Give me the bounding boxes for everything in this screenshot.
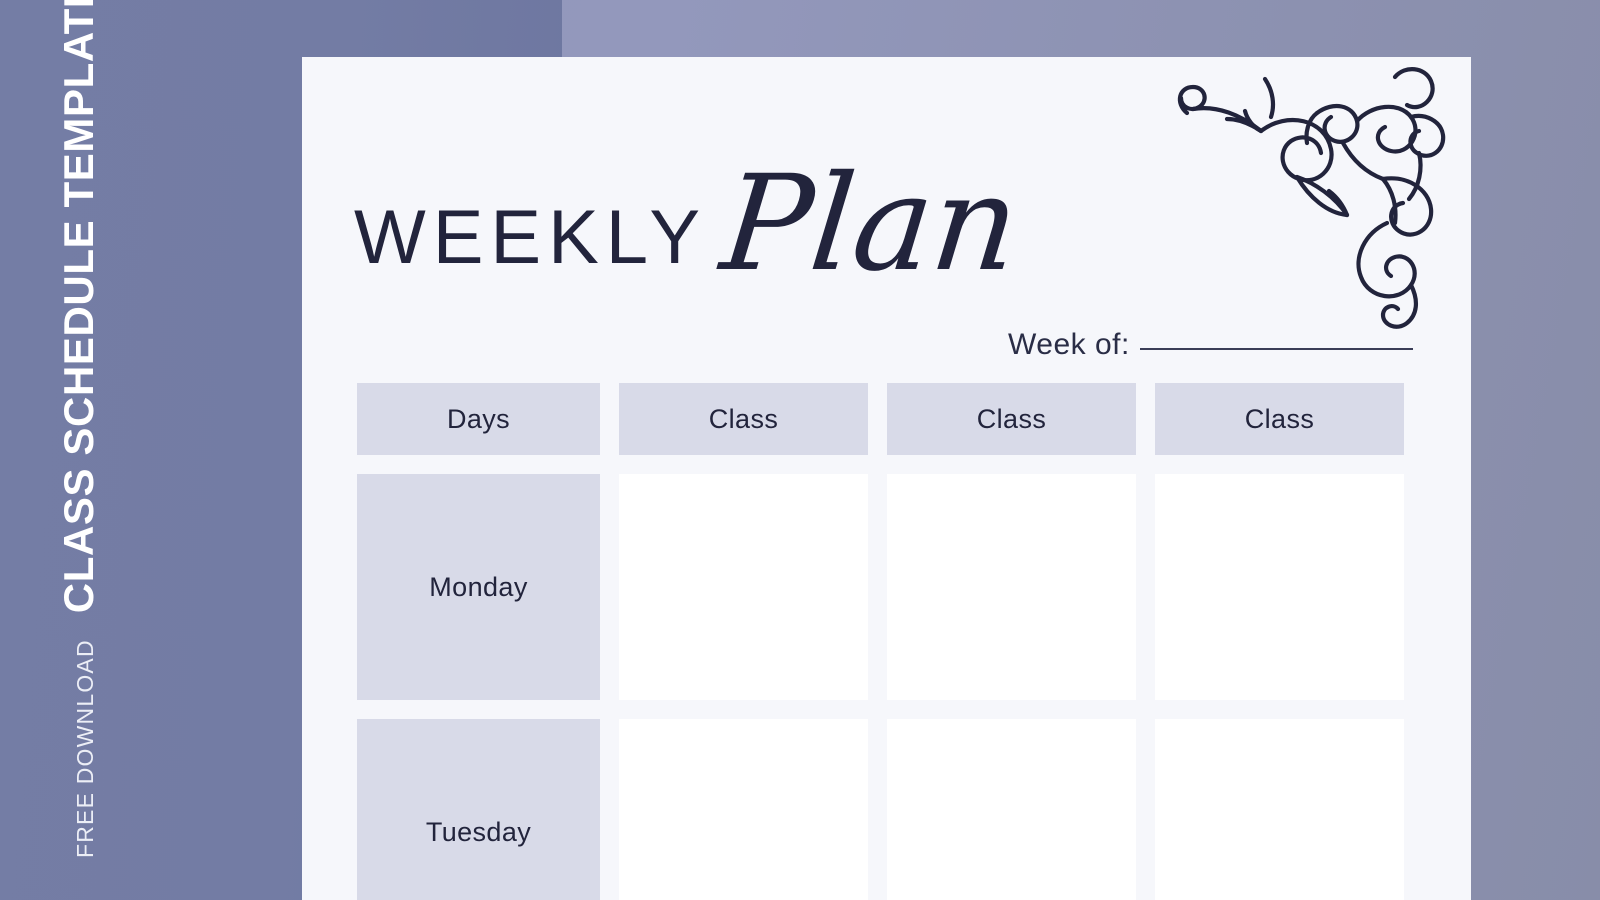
- column-header-days: Days: [357, 383, 600, 455]
- week-of-field: Week of:: [1008, 328, 1413, 362]
- class-slot-tuesday-1[interactable]: [619, 719, 868, 900]
- class-slot-monday-3[interactable]: [1155, 474, 1404, 700]
- week-of-input-line[interactable]: [1139, 348, 1413, 350]
- table-row: Monday: [357, 474, 1417, 700]
- title-plan-script: Plan: [715, 147, 1026, 301]
- schedule-table: Days Class Class Class Monday Tuesday: [357, 383, 1417, 900]
- column-header-class-3: Class: [1155, 383, 1404, 455]
- class-slot-monday-1[interactable]: [619, 474, 868, 700]
- week-of-label: Week of:: [1008, 328, 1130, 361]
- class-slot-tuesday-3[interactable]: [1155, 719, 1404, 900]
- page-title: WEEKLY Plan: [354, 147, 1026, 301]
- table-row: Tuesday: [357, 719, 1417, 900]
- day-label-tuesday: Tuesday: [357, 719, 600, 900]
- column-header-class-1: Class: [619, 383, 868, 455]
- corner-flourish-icon: [1157, 57, 1457, 337]
- day-label-monday: Monday: [357, 474, 600, 700]
- table-header-row: Days Class Class Class: [357, 383, 1417, 455]
- column-header-class-2: Class: [887, 383, 1136, 455]
- class-slot-monday-2[interactable]: [887, 474, 1136, 700]
- title-weekly: WEEKLY: [354, 195, 708, 280]
- poster-canvas: FREE DOWNLOAD CLASS SCHEDULE TEMPLATE WE…: [0, 0, 1600, 900]
- planner-sheet: WEEKLY Plan Week of: Days Class Class Cl…: [302, 57, 1471, 900]
- class-slot-tuesday-2[interactable]: [887, 719, 1136, 900]
